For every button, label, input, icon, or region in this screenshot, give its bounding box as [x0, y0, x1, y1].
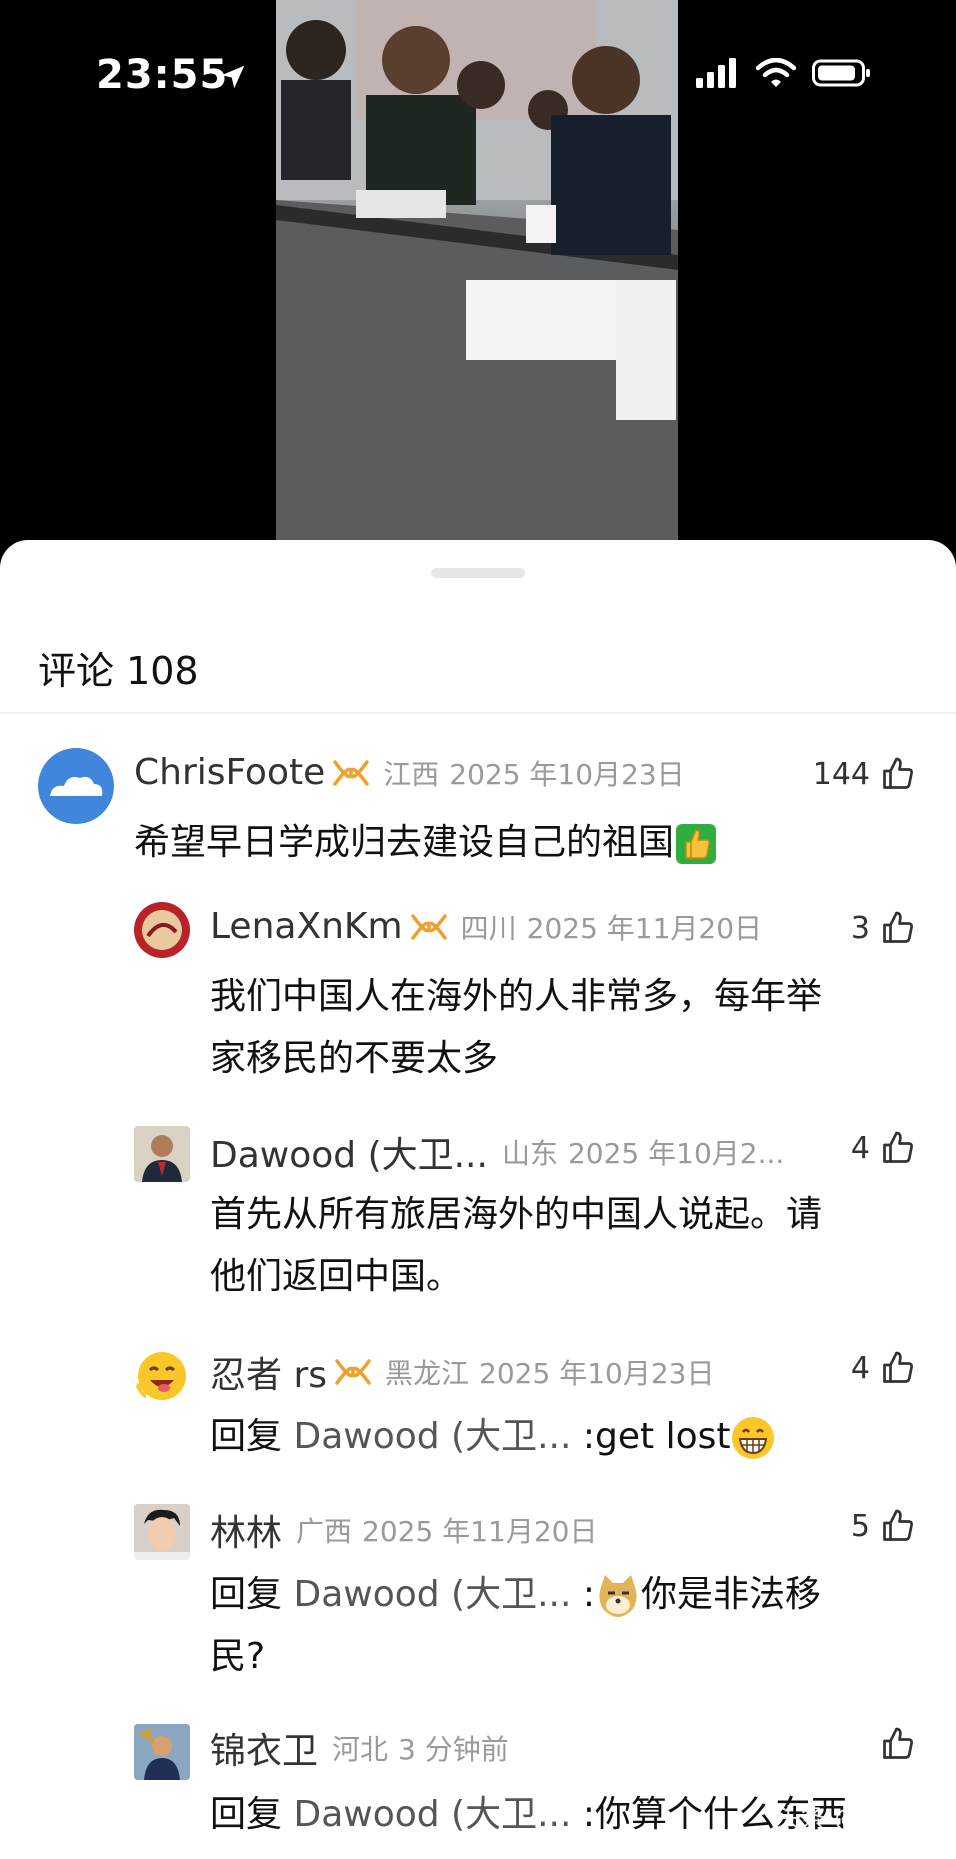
username[interactable]: 锦衣卫 — [210, 1722, 318, 1774]
comment-text: 回复 Dawood (大卫... :get lost — [210, 1406, 776, 1468]
reply-to-user[interactable]: Dawood (大卫... — [293, 1794, 571, 1835]
username[interactable]: ChrisFoote — [134, 752, 325, 793]
timestamp: 2025 年11月20日 — [362, 1515, 598, 1548]
like-button[interactable] — [870, 1726, 916, 1762]
username[interactable]: 林林 — [210, 1504, 282, 1556]
avatar[interactable] — [134, 902, 190, 958]
like-count: 5 — [850, 1508, 870, 1544]
comment-text: 回复 Dawood (大卫... : 你是非法移 民? — [210, 1564, 821, 1688]
thumbs-up-icon — [883, 1351, 913, 1383]
wifi-icon — [756, 58, 796, 87]
timestamp: 2025 年10月23日 — [479, 1357, 715, 1390]
reply-prefix: 回复 — [210, 1574, 283, 1615]
reply-to-user[interactable]: Dawood (大卫... — [293, 1416, 571, 1457]
thumbs-up-icon — [883, 1509, 913, 1541]
comment-body: :get lost — [582, 1416, 731, 1457]
reply-prefix: 回复 — [210, 1794, 283, 1835]
grin-emoji-icon — [732, 1417, 775, 1459]
thumbs-up-icon — [883, 1131, 913, 1163]
avatar[interactable] — [134, 1348, 190, 1404]
watermark: 头条 @老方谈 — [773, 1804, 938, 1834]
timestamp: 2025 年10月2... — [567, 1137, 785, 1170]
comment-body: : — [582, 1574, 596, 1615]
timestamp: 3 分钟前 — [398, 1733, 509, 1766]
avatar[interactable] — [134, 1724, 190, 1780]
comment-meta: 江西 2025 年10月23日 — [383, 753, 684, 793]
timestamp: 2025 年11月20日 — [526, 911, 763, 945]
username[interactable]: 忍者 rs — [210, 1346, 327, 1398]
comment-text: 首先从所有旅居海外的中国人说起。请 他们返回中国。 — [210, 1184, 822, 1308]
username[interactable]: LenaXnKm — [210, 906, 403, 947]
drag-handle[interactable] — [431, 568, 525, 578]
like-count: 144 — [812, 756, 870, 792]
avatar[interactable] — [134, 1504, 190, 1560]
like-button[interactable]: 4 — [851, 1350, 916, 1386]
region: 四川 — [460, 911, 517, 945]
divider — [0, 712, 956, 714]
location-arrow-icon — [221, 65, 245, 89]
timestamp: 2025 年10月23日 — [449, 757, 685, 791]
comments-count-title: 评论 108 — [38, 649, 199, 693]
status-bar: 23:55 — [0, 0, 956, 160]
like-button[interactable]: 3 — [851, 910, 916, 946]
comment-meta: 黑龙江 2025 年10月23日 — [385, 1352, 714, 1392]
status-icons — [696, 58, 872, 88]
comment-line: 家移民的不要太多 — [210, 1038, 499, 1079]
region: 黑龙江 — [385, 1357, 470, 1390]
like-count: 4 — [850, 1130, 870, 1166]
signal-icon — [696, 58, 736, 88]
like-count: 3 — [850, 910, 870, 946]
region: 河北 — [332, 1733, 389, 1766]
username[interactable]: Dawood (大卫... — [210, 1126, 488, 1178]
verified-badge-icon — [333, 759, 369, 786]
comment-meta: 四川 2025 年11月20日 — [461, 907, 762, 947]
comment-body: 希望早日学成归去建设自己的祖国 — [134, 822, 675, 863]
avatar[interactable] — [134, 1126, 190, 1182]
avatar[interactable] — [38, 748, 114, 824]
reply-to-user[interactable]: Dawood (大卫... — [293, 1574, 571, 1615]
status-time: 23:55 — [96, 52, 229, 98]
comment-text: 希望早日学成归去建设自己的祖国 — [134, 812, 718, 874]
comment-text: 我们中国人在海外的人非常多，每年举 家移民的不要太多 — [210, 966, 822, 1090]
like-count: 4 — [850, 1350, 870, 1386]
battery-icon — [812, 59, 870, 87]
verified-badge-icon — [410, 913, 447, 940]
comment-line: 我们中国人在海外的人非常多，每年举 — [210, 976, 823, 1017]
region: 江西 — [383, 757, 440, 791]
verified-badge-icon — [335, 1359, 371, 1385]
comment-text: 回复 Dawood (大卫... :你算个什么东西 — [210, 1784, 847, 1846]
thumbs-up-icon — [883, 1727, 913, 1759]
comment-meta: 山东 2025 年10月2... — [502, 1132, 784, 1172]
comment-meta: 广西 2025 年11月20日 — [296, 1510, 597, 1550]
thumbs-up-icon — [883, 911, 913, 943]
doge-emoji-icon — [599, 1575, 637, 1617]
reply-prefix: 回复 — [210, 1416, 283, 1457]
comment-line: 首先从所有旅居海外的中国人说起。请 — [210, 1194, 823, 1235]
thumbs-up-emoji-icon — [676, 824, 717, 864]
comment-meta: 河北 3 分钟前 — [332, 1728, 509, 1768]
like-button[interactable]: 5 — [851, 1508, 916, 1544]
like-button[interactable]: 144 — [813, 756, 916, 792]
region: 山东 — [501, 1137, 558, 1170]
comment-line: 民? — [210, 1636, 266, 1677]
comment-line: 他们返回中国。 — [210, 1256, 463, 1297]
like-button[interactable]: 4 — [851, 1130, 916, 1166]
thumbs-up-icon — [883, 757, 913, 789]
comment-line: 回复 Dawood (大卫... : 你是非法移 — [210, 1564, 821, 1626]
comments-sheet: 评论 108 ChrisFoote 江西 2025 年10月23日 144 希望早… — [0, 540, 956, 1859]
comment-body: 你是非法移 — [641, 1574, 822, 1615]
region: 广西 — [296, 1515, 353, 1548]
